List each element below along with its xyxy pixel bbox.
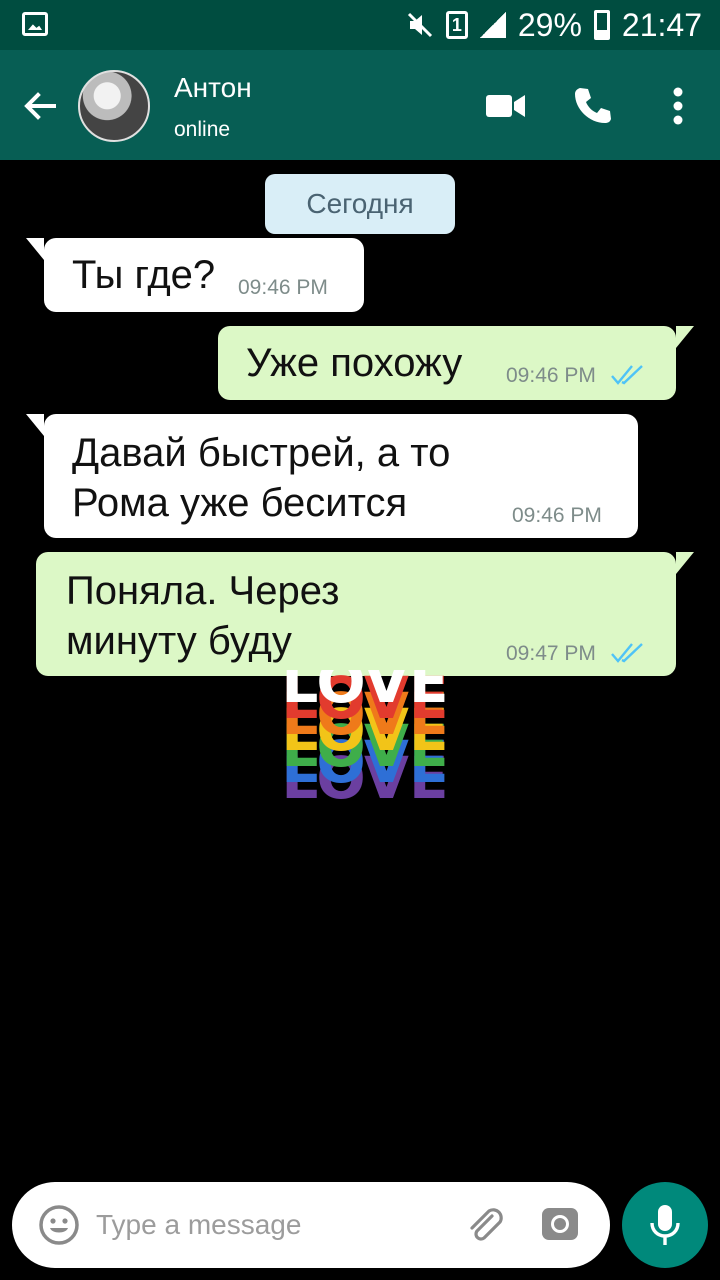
voice-message-button[interactable]: [622, 1182, 708, 1268]
message-time: 09:46 PM: [506, 364, 596, 387]
video-call-icon[interactable]: [484, 84, 528, 128]
wallpaper-love-graphic: LOVE LOVE LOVE LOVE LOVE LOVE LOVE: [281, 670, 448, 810]
back-arrow-icon[interactable]: [20, 86, 60, 126]
read-receipt-icon: [611, 365, 643, 385]
battery-icon: [593, 10, 610, 40]
status-time: 21:47: [621, 6, 702, 43]
read-receipt-icon: [611, 643, 643, 663]
message-bubble-outgoing[interactable]: Уже похожу 09:46 PM: [218, 326, 694, 400]
message-text: Давай быстрей, а то Рома уже бесится: [72, 431, 451, 525]
attach-icon[interactable]: [462, 1202, 506, 1246]
gallery-icon: [22, 12, 48, 36]
message-text: Поняла. Через минуту буду: [66, 569, 340, 663]
message-text: Ты где?: [72, 253, 216, 297]
chat-area[interactable]: Сегодня Ты где? 09:46 PM Уже похожу 09:4…: [0, 160, 720, 1172]
message-time: 09:46 PM: [512, 504, 602, 527]
avatar[interactable]: [78, 70, 150, 142]
message-bubble-outgoing[interactable]: Поняла. Через минуту буду 09:47 PM: [36, 552, 694, 676]
message-composer: [12, 1182, 610, 1268]
message-input[interactable]: [96, 1202, 436, 1248]
message-time: 09:47 PM: [506, 642, 596, 665]
status-bar: 1 29% 21:47: [0, 0, 720, 50]
message-time: 09:46 PM: [238, 276, 328, 299]
message-text: Уже похожу: [246, 341, 463, 385]
battery-percent: 29%: [517, 6, 582, 43]
signal-icon: [479, 12, 506, 38]
phone-icon[interactable]: [570, 84, 614, 128]
more-vert-icon[interactable]: [656, 84, 700, 128]
mic-icon: [650, 1205, 680, 1245]
chat-header: Антон online: [0, 50, 720, 160]
status-icons: 1 29% 21:47: [406, 6, 702, 44]
mute-icon: [407, 12, 432, 38]
svg-text:LOVE: LOVE: [281, 670, 448, 716]
message-bubble-incoming[interactable]: Давай быстрей, а то Рома уже бесится 09:…: [26, 414, 638, 538]
sim-icon: 1: [445, 11, 468, 39]
emoji-icon[interactable]: [38, 1204, 80, 1246]
camera-icon[interactable]: [540, 1204, 580, 1244]
contact-name[interactable]: Антон: [174, 72, 252, 104]
date-separator: Сегодня: [265, 174, 455, 234]
message-bubble-incoming[interactable]: Ты где? 09:46 PM: [26, 238, 364, 312]
contact-status: online: [174, 118, 231, 141]
